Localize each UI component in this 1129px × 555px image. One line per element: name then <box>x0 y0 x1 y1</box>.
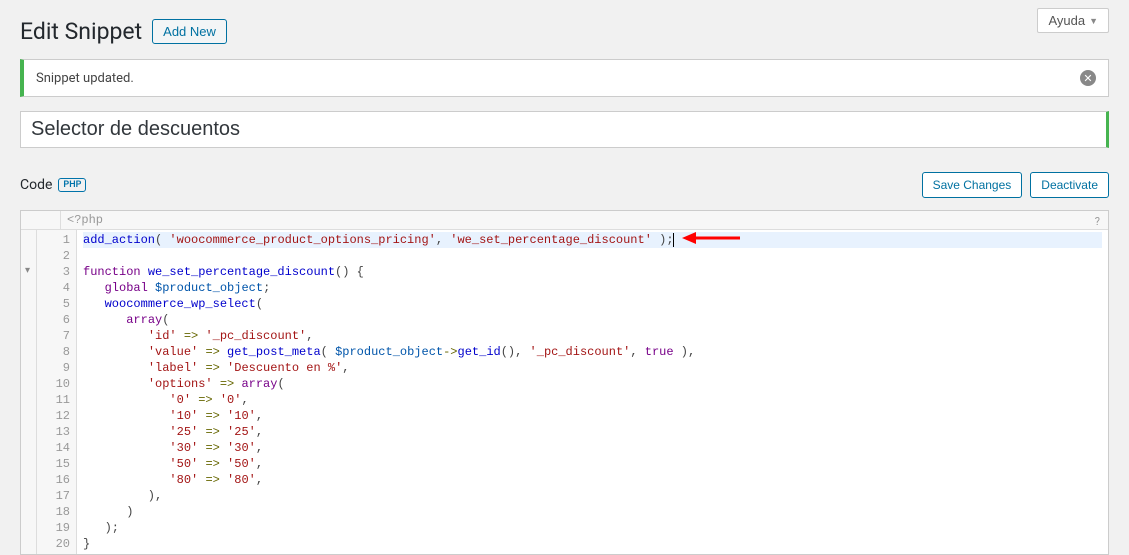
code-line[interactable]: } <box>83 536 1102 552</box>
code-line[interactable]: '80' => '80', <box>83 472 1102 488</box>
code-line[interactable]: '25' => '25', <box>83 424 1102 440</box>
code-line[interactable]: 'id' => '_pc_discount', <box>83 328 1102 344</box>
code-line[interactable]: add_action( 'woocommerce_product_options… <box>83 232 1102 248</box>
code-line[interactable]: 'value' => get_post_meta( $product_objec… <box>83 344 1102 360</box>
code-line[interactable]: '0' => '0', <box>83 392 1102 408</box>
fold-toggle-icon[interactable]: ▾ <box>25 264 30 280</box>
code-line[interactable]: ), <box>83 488 1102 504</box>
code-editor[interactable]: ? <?php ▾ 123456789101112131415161718192… <box>20 210 1109 555</box>
code-line[interactable]: ) <box>83 504 1102 520</box>
save-changes-button[interactable]: Save Changes <box>922 172 1023 198</box>
code-line[interactable]: global $product_object; <box>83 280 1102 296</box>
code-line[interactable]: '10' => '10', <box>83 408 1102 424</box>
close-icon: ✕ <box>1083 72 1092 85</box>
code-line[interactable]: 'options' => array( <box>83 376 1102 392</box>
help-dropdown-button[interactable]: Ayuda ▼ <box>1037 8 1109 33</box>
code-line[interactable]: ); <box>83 520 1102 536</box>
code-line[interactable]: 'label' => 'Descuento en %', <box>83 360 1102 376</box>
language-badge: PHP <box>58 178 86 192</box>
dismiss-notice-button[interactable]: ✕ <box>1080 70 1096 86</box>
notice-message: Snippet updated. <box>36 71 134 86</box>
line-number-gutter: 1234567891011121314151617181920 <box>37 230 77 554</box>
code-line[interactable]: '30' => '30', <box>83 440 1102 456</box>
add-new-button[interactable]: Add New <box>152 19 227 44</box>
chevron-down-icon: ▼ <box>1089 16 1098 26</box>
code-section-label: Code <box>20 177 52 193</box>
code-line[interactable] <box>83 248 1102 264</box>
snippet-title-input[interactable] <box>20 111 1109 148</box>
page-title: Edit Snippet <box>20 18 142 45</box>
editor-help-icon[interactable]: ? <box>1095 215 1100 228</box>
success-notice: Snippet updated. ✕ <box>20 59 1109 97</box>
php-open-tag: <?php <box>61 211 109 229</box>
code-line[interactable]: woocommerce_wp_select( <box>83 296 1102 312</box>
code-content[interactable]: add_action( 'woocommerce_product_options… <box>77 230 1108 554</box>
deactivate-button[interactable]: Deactivate <box>1030 172 1109 198</box>
help-label: Ayuda <box>1048 13 1085 28</box>
code-line[interactable]: '50' => '50', <box>83 456 1102 472</box>
code-line[interactable]: function we_set_percentage_discount() { <box>83 264 1102 280</box>
code-line[interactable]: array( <box>83 312 1102 328</box>
